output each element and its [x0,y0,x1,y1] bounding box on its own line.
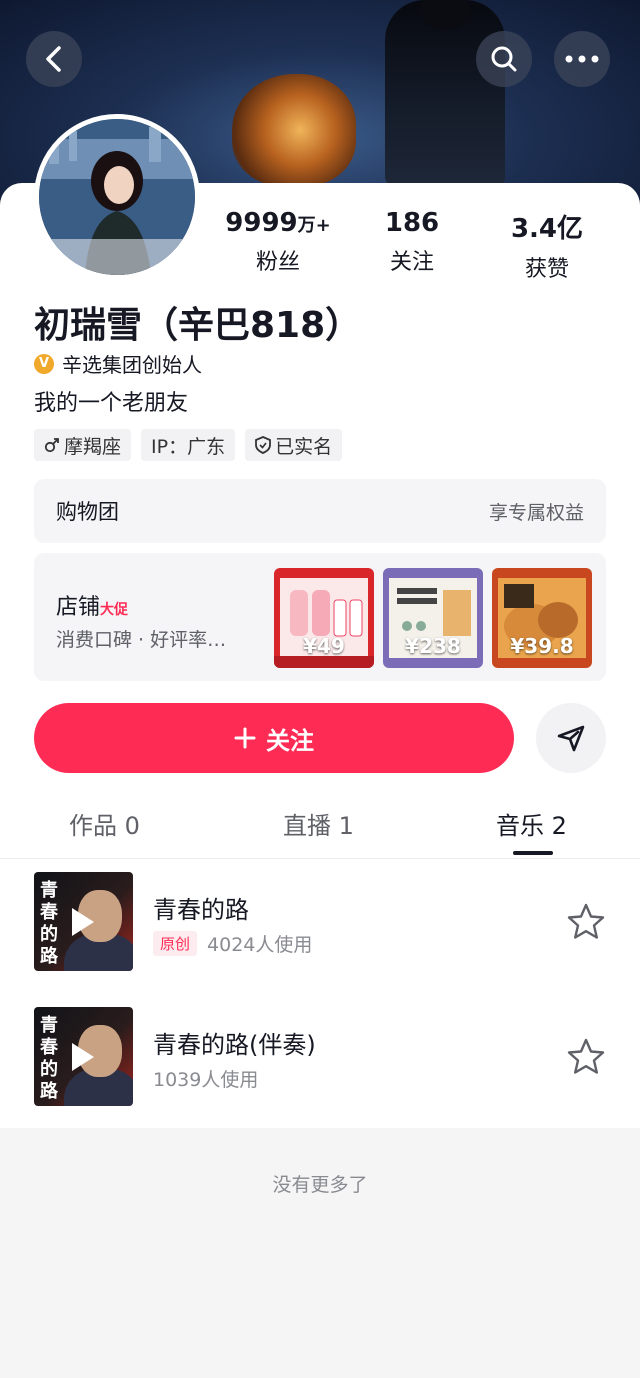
star-icon[interactable] [566,1037,606,1077]
verified-info: V 辛选集团创始人 [34,349,202,378]
original-badge: 原创 [153,931,198,956]
no-more-text: 没有更多了 [272,1174,368,1196]
song-cover-text: 青春的路 [40,1015,58,1102]
list-item[interactable]: 青春的路 青春的路(伴奏) 1039人使用 [0,1007,640,1107]
song-usage: 1039人使用 [153,1069,259,1091]
profile-name: 初瑞雪（辛巴818） [34,305,362,346]
product-card-2[interactable]: ¥238 [383,568,483,668]
shopping-group-title: 购物团 [56,500,119,524]
send-message-button[interactable] [536,703,606,773]
tag-realname: 已实名 [245,429,343,461]
product-price-2: ¥238 [405,634,461,658]
tag-zodiac: 摩羯座 [34,429,132,461]
song-cover[interactable]: 青春的路 [34,872,133,971]
verified-title: 辛选集团创始人 [62,353,202,377]
following-count: 186 [384,208,440,238]
list-item[interactable]: 青春的路 青春的路 原创 4024人使用 [0,872,640,972]
more-icon [565,55,599,63]
more-button[interactable] [554,31,610,87]
fans-count: 9999万+ [225,208,331,238]
star-icon[interactable] [566,902,606,942]
following-label: 关注 [389,250,434,275]
song-meta: 原创 4024人使用 [153,930,312,957]
shield-icon [255,436,271,454]
play-icon [72,1043,94,1071]
product-card-1[interactable]: ¥49 [274,568,374,668]
follow-label: 关注 [266,726,314,755]
song-usage: 4024人使用 [207,934,313,956]
back-button[interactable] [26,31,82,87]
tag-zodiac-label: 摩羯座 [64,435,122,458]
song-meta: 1039人使用 [153,1065,258,1092]
profile-bio: 我的一个老朋友 [34,391,189,416]
shop-promo: 大促 [100,602,129,618]
male-icon [44,438,59,453]
follow-button[interactable]: 关注 [34,703,514,773]
stat-fans[interactable]: 9999万+ 粉丝 [208,208,348,276]
search-button[interactable] [476,31,532,87]
avatar-image [39,119,195,275]
tab-active-indicator [513,851,553,855]
tag-ip: IP：广东 [141,429,236,461]
shopping-group-benefit: 享专属权益 [488,501,584,524]
song-title: 青春的路(伴奏) [153,1031,316,1059]
back-arrow-icon [46,46,61,72]
likes-count: 3.4亿 [510,214,584,244]
tab-music[interactable]: 音乐 2 [496,806,567,841]
send-icon [557,725,585,752]
product-card-3[interactable]: ¥39.8 [492,568,592,668]
stat-likes[interactable]: 3.4亿 获赞 [477,208,617,283]
stat-following[interactable]: 186 关注 [342,208,482,276]
play-icon [72,908,94,936]
tab-works[interactable]: 作品 0 [69,806,140,841]
tab-live[interactable]: 直播 1 [283,806,354,841]
plus-icon [234,727,256,749]
product-price-3: ¥39.8 [510,634,574,658]
tag-realname-label: 已实名 [275,435,333,458]
profile-tags: 摩羯座 IP：广东 已实名 [34,429,343,461]
verified-badge-icon: V [34,353,54,374]
lion-image [232,74,356,186]
fans-label: 粉丝 [255,250,300,275]
likes-label: 获赞 [524,257,569,282]
shop-subtitle: 消费口碑 · 好评率… [56,629,227,651]
avatar[interactable] [34,114,200,280]
song-cover-text: 青春的路 [40,880,58,967]
tag-ip-label: IP：广东 [151,435,226,458]
song-cover[interactable]: 青春的路 [34,1007,133,1106]
search-icon [491,46,517,72]
shop-title: 店铺大促 [56,595,129,620]
product-price-1: ¥49 [303,634,345,658]
shopping-group-row[interactable]: 购物团 享专属权益 [34,479,606,543]
tab-divider [0,858,640,859]
shop-card[interactable]: 店铺大促 消费口碑 · 好评率… ¥49 ¥238 ¥39.8 [34,553,606,681]
song-title: 青春的路 [153,896,249,924]
